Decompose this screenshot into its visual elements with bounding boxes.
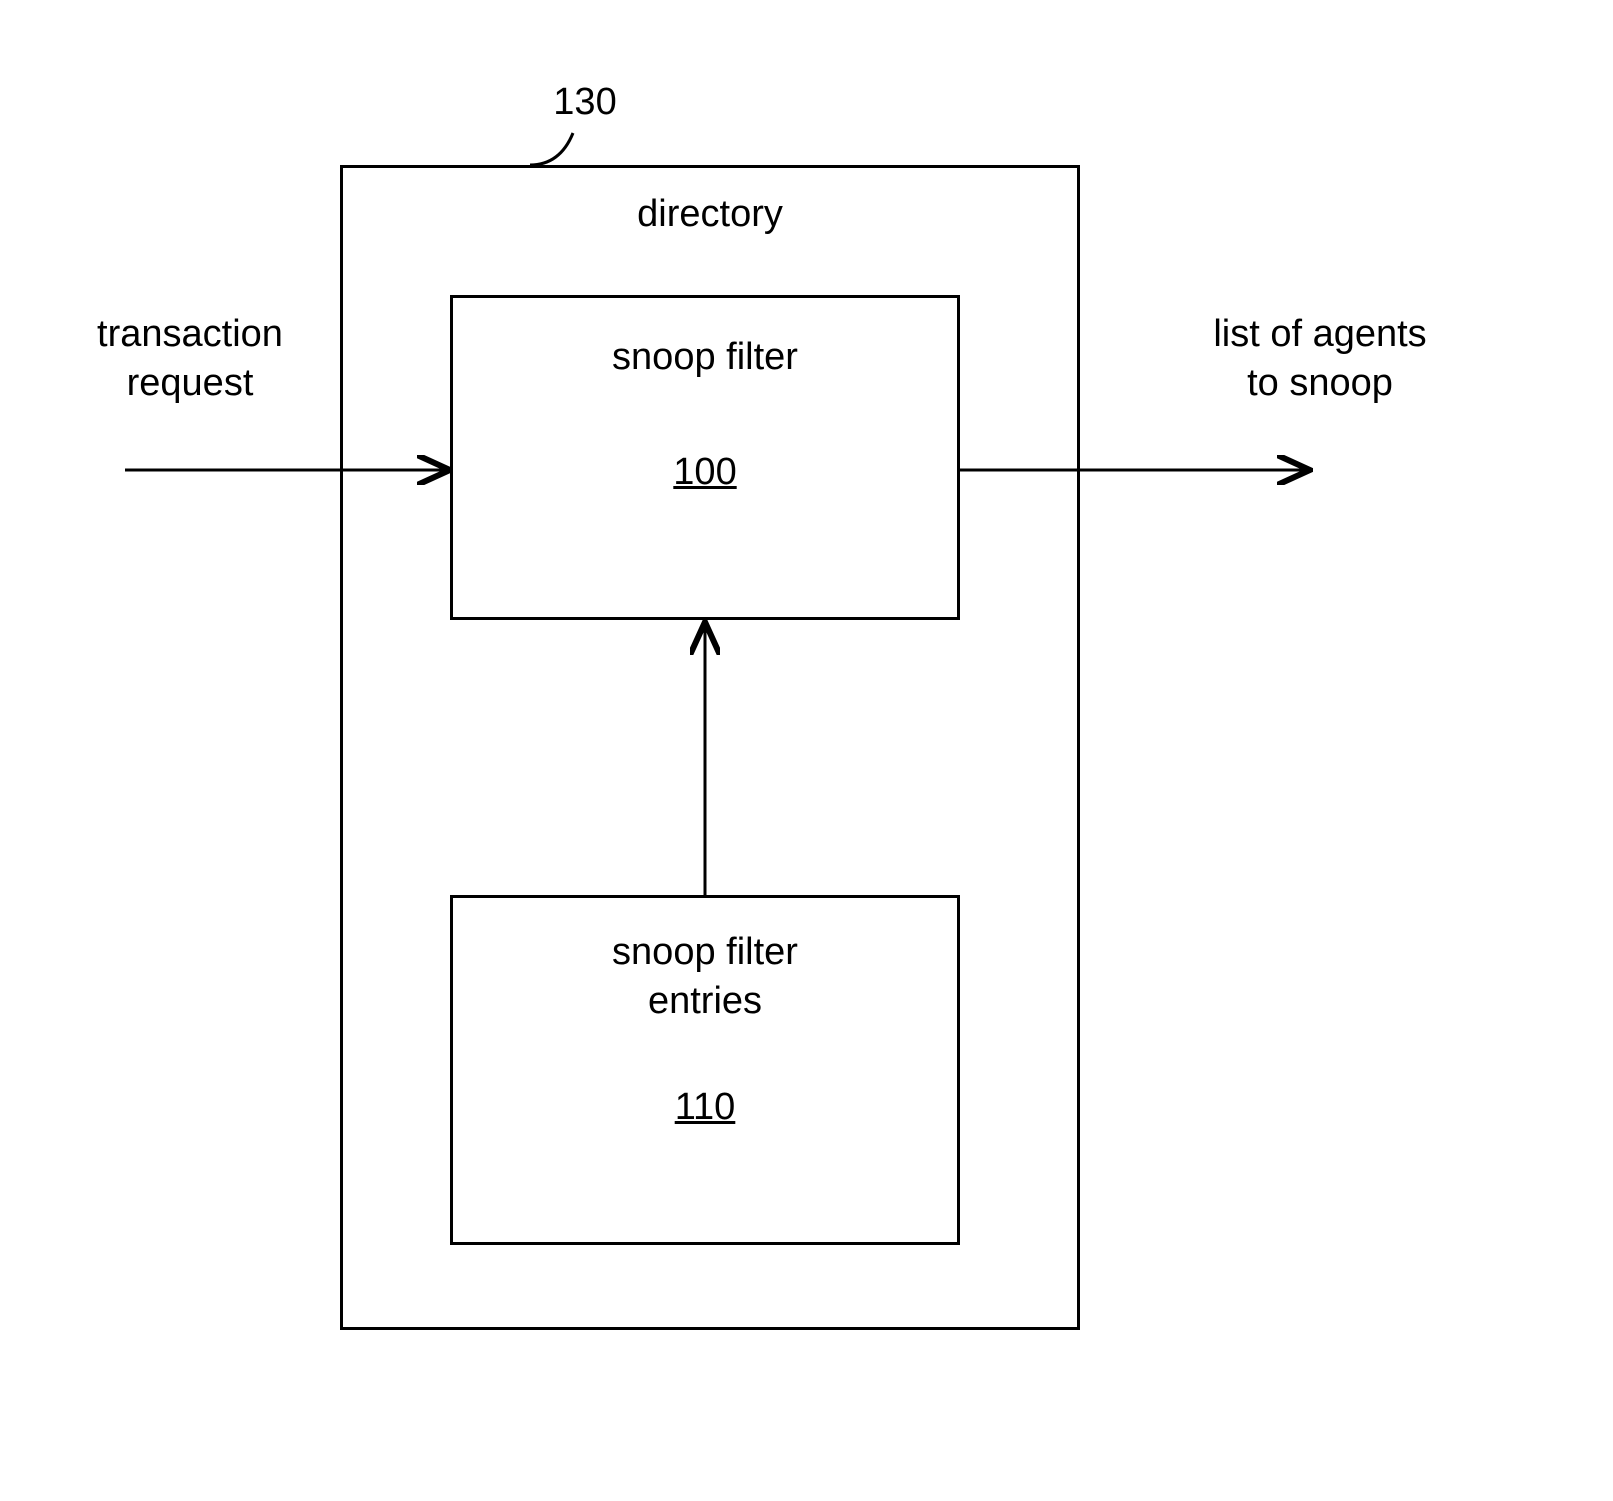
snoop-filter-box: snoop filter 100 [450, 295, 960, 620]
snoop-entries-box: snoop filter entries 110 [450, 895, 960, 1245]
snoop-filter-title: snoop filter [453, 333, 957, 382]
output-label: list of agents to snoop [1180, 310, 1460, 409]
snoop-entries-title: snoop filter entries [453, 928, 957, 1027]
callout-ref-130: 130 [545, 78, 625, 127]
callout-lead-line [530, 133, 573, 165]
input-label: transaction request [75, 310, 305, 409]
snoop-entries-ref: 110 [453, 1083, 957, 1132]
directory-title: directory [343, 190, 1077, 239]
snoop-filter-ref: 100 [453, 448, 957, 497]
